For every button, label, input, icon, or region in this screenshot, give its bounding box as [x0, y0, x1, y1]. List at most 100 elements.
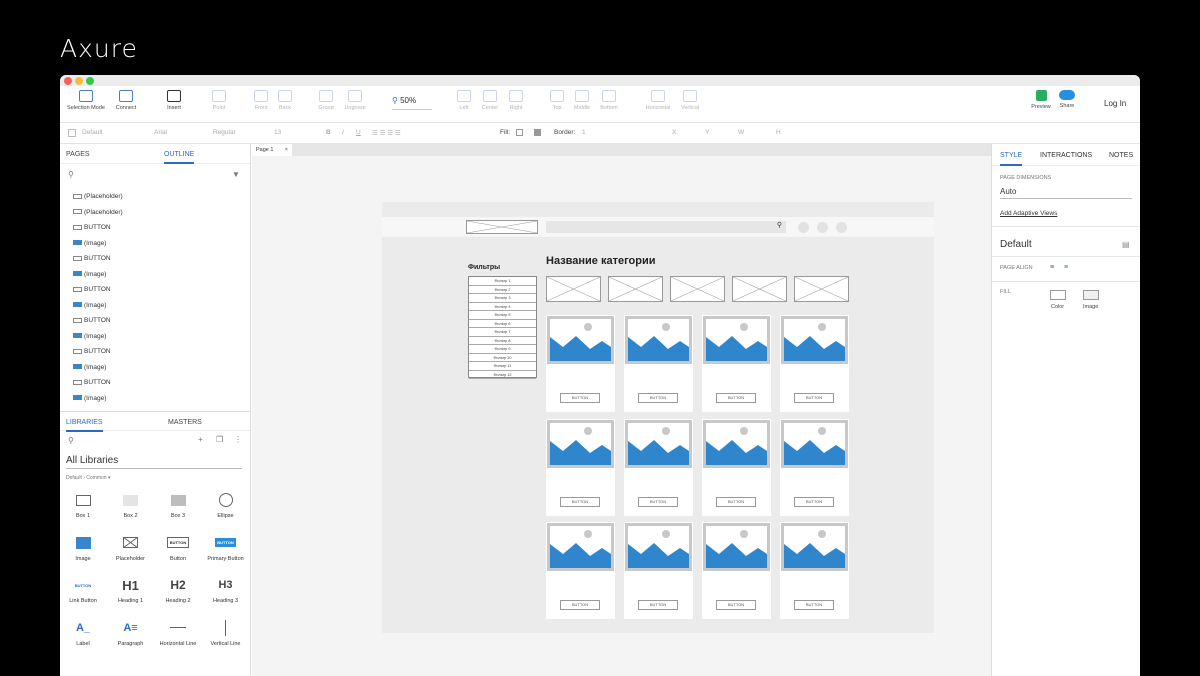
outline-item[interactable]: (Image): [73, 301, 106, 311]
outline-item[interactable]: (Placeholder): [73, 192, 123, 202]
zoom-select[interactable]: ⚲ 50%: [392, 96, 432, 110]
size-select[interactable]: 13: [274, 129, 281, 136]
fill-color-swatch[interactable]: [516, 129, 523, 136]
product-button[interactable]: BUTTON: [638, 600, 678, 610]
library-widget[interactable]: BUTTON Primary Button: [203, 535, 249, 562]
border-width-input[interactable]: 1: [582, 129, 586, 136]
text-align-icons[interactable]: ☰ ☰ ☰ ☰: [372, 129, 401, 137]
tab-notes[interactable]: NOTES: [1109, 152, 1133, 159]
library-widget[interactable]: A≡ Paragraph: [108, 620, 154, 647]
connect-button[interactable]: Connect: [112, 90, 140, 111]
library-window-icon[interactable]: ❐: [216, 435, 223, 444]
outline-item[interactable]: BUTTON: [73, 285, 111, 295]
close-tab-icon[interactable]: ×: [285, 147, 288, 153]
product-button[interactable]: BUTTON: [716, 600, 756, 610]
library-widget[interactable]: Box 2: [108, 492, 154, 519]
outline-search-icon[interactable]: ⚲: [68, 170, 74, 179]
library-widget[interactable]: Horizontal Line: [155, 620, 201, 647]
close-window-button[interactable]: [64, 77, 72, 85]
library-widget[interactable]: H3 Heading 3: [203, 577, 249, 604]
outline-item[interactable]: (Image): [73, 394, 106, 404]
product-button[interactable]: BUTTON: [794, 393, 834, 403]
product-button[interactable]: BUTTON: [716, 393, 756, 403]
library-widget[interactable]: H2 Heading 2: [155, 577, 201, 604]
library-widget[interactable]: Placeholder: [108, 535, 154, 562]
outline-filter-icon[interactable]: ▼: [232, 170, 240, 179]
product-button[interactable]: BUTTON: [560, 393, 600, 403]
page-tab[interactable]: Page 1 ×: [252, 144, 292, 156]
style-manager-icon[interactable]: ▤: [1122, 240, 1130, 249]
style-select[interactable]: Default: [82, 129, 103, 136]
tab-style[interactable]: STYLE: [1000, 152, 1023, 166]
point-button[interactable]: Point: [206, 90, 232, 111]
library-widget[interactable]: BUTTON Button: [155, 535, 201, 562]
font-select[interactable]: Arial: [154, 129, 167, 136]
distribute-horizontal-button[interactable]: Horizontal: [642, 90, 674, 111]
maximize-window-button[interactable]: [86, 77, 94, 85]
tab-outline[interactable]: OUTLINE: [164, 151, 195, 164]
library-widget[interactable]: Box 3: [155, 492, 201, 519]
outline-item[interactable]: BUTTON: [73, 316, 111, 326]
outline-item[interactable]: (Image): [73, 363, 106, 373]
bold-icon[interactable]: B: [326, 129, 331, 136]
tab-pages[interactable]: PAGES: [66, 151, 90, 158]
library-search-icon[interactable]: ⚲: [68, 436, 74, 445]
align-top-button[interactable]: Top: [545, 90, 569, 111]
align-middle-button[interactable]: Middle: [570, 90, 594, 111]
italic-icon[interactable]: I: [342, 129, 344, 136]
align-bottom-button[interactable]: Bottom: [596, 90, 622, 111]
add-library-icon[interactable]: +: [198, 435, 203, 444]
tab-masters[interactable]: MASTERS: [168, 419, 202, 426]
align-right-button[interactable]: Right: [504, 90, 528, 111]
product-button[interactable]: BUTTON: [638, 496, 678, 507]
distribute-vertical-button[interactable]: Vertical: [676, 90, 704, 111]
align-center-page-icon[interactable]: ≡: [1064, 264, 1068, 271]
outline-item[interactable]: BUTTON: [73, 223, 111, 233]
library-widget[interactable]: Vertical Line: [203, 619, 249, 647]
share-button[interactable]: Share: [1056, 90, 1078, 109]
library-widget[interactable]: H1 Heading 1: [108, 577, 154, 605]
align-left-page-icon[interactable]: ≡: [1050, 264, 1054, 271]
outline-item[interactable]: BUTTON: [73, 378, 111, 388]
front-button[interactable]: Front: [249, 90, 273, 111]
fill-image-swatch[interactable]: [534, 129, 541, 136]
product-button[interactable]: BUTTON: [638, 393, 678, 403]
canvas-area[interactable]: Page 1 × ⚲ Фильтры Название категории Фил…: [252, 144, 991, 676]
outline-item[interactable]: BUTTON: [73, 254, 111, 264]
product-button[interactable]: BUTTON: [716, 496, 756, 507]
library-more-icon[interactable]: ⋮: [234, 435, 242, 444]
product-button[interactable]: BUTTON: [794, 600, 834, 610]
back-button[interactable]: Back: [273, 90, 297, 111]
outline-item[interactable]: (Placeholder): [73, 208, 123, 218]
underline-icon[interactable]: U: [356, 129, 361, 136]
product-button[interactable]: BUTTON: [560, 496, 600, 507]
library-widget[interactable]: BUTTON Link Button: [60, 577, 106, 605]
ungroup-button[interactable]: Ungroup: [340, 90, 370, 111]
weight-select[interactable]: Regular: [213, 129, 236, 136]
outline-item[interactable]: BUTTON: [73, 347, 111, 357]
insert-button[interactable]: Insert: [160, 90, 188, 111]
library-widget[interactable]: Ellipse: [203, 492, 249, 519]
outline-item[interactable]: (Image): [73, 332, 106, 342]
selection-mode-button[interactable]: Selection Mode: [66, 90, 106, 111]
align-left-button[interactable]: Left: [452, 90, 476, 111]
preview-button[interactable]: Preview: [1028, 90, 1054, 110]
library-widget[interactable]: Box 1: [60, 492, 106, 519]
product-button[interactable]: BUTTON: [560, 600, 600, 610]
page-dimensions-select[interactable]: Auto: [1000, 187, 1132, 199]
fill-color-button[interactable]: [1050, 290, 1066, 300]
library-breadcrumb[interactable]: Default › Common ▾: [66, 475, 110, 481]
group-button[interactable]: Group: [314, 90, 338, 111]
library-widget[interactable]: A_ Label: [60, 620, 106, 647]
minimize-window-button[interactable]: [75, 77, 83, 85]
tab-libraries[interactable]: LIBRARIES: [66, 419, 103, 432]
align-center-button[interactable]: Center: [478, 90, 502, 111]
outline-item[interactable]: (Image): [73, 270, 106, 280]
library-widget[interactable]: Image: [60, 535, 106, 562]
library-select[interactable]: All Libraries: [66, 455, 242, 469]
outline-item[interactable]: (Image): [73, 239, 106, 249]
add-adaptive-views-link[interactable]: Add Adaptive Views: [1000, 210, 1057, 217]
tab-interactions[interactable]: INTERACTIONS: [1040, 152, 1092, 159]
login-link[interactable]: Log In: [1104, 99, 1126, 108]
product-button[interactable]: BUTTON: [794, 496, 834, 507]
